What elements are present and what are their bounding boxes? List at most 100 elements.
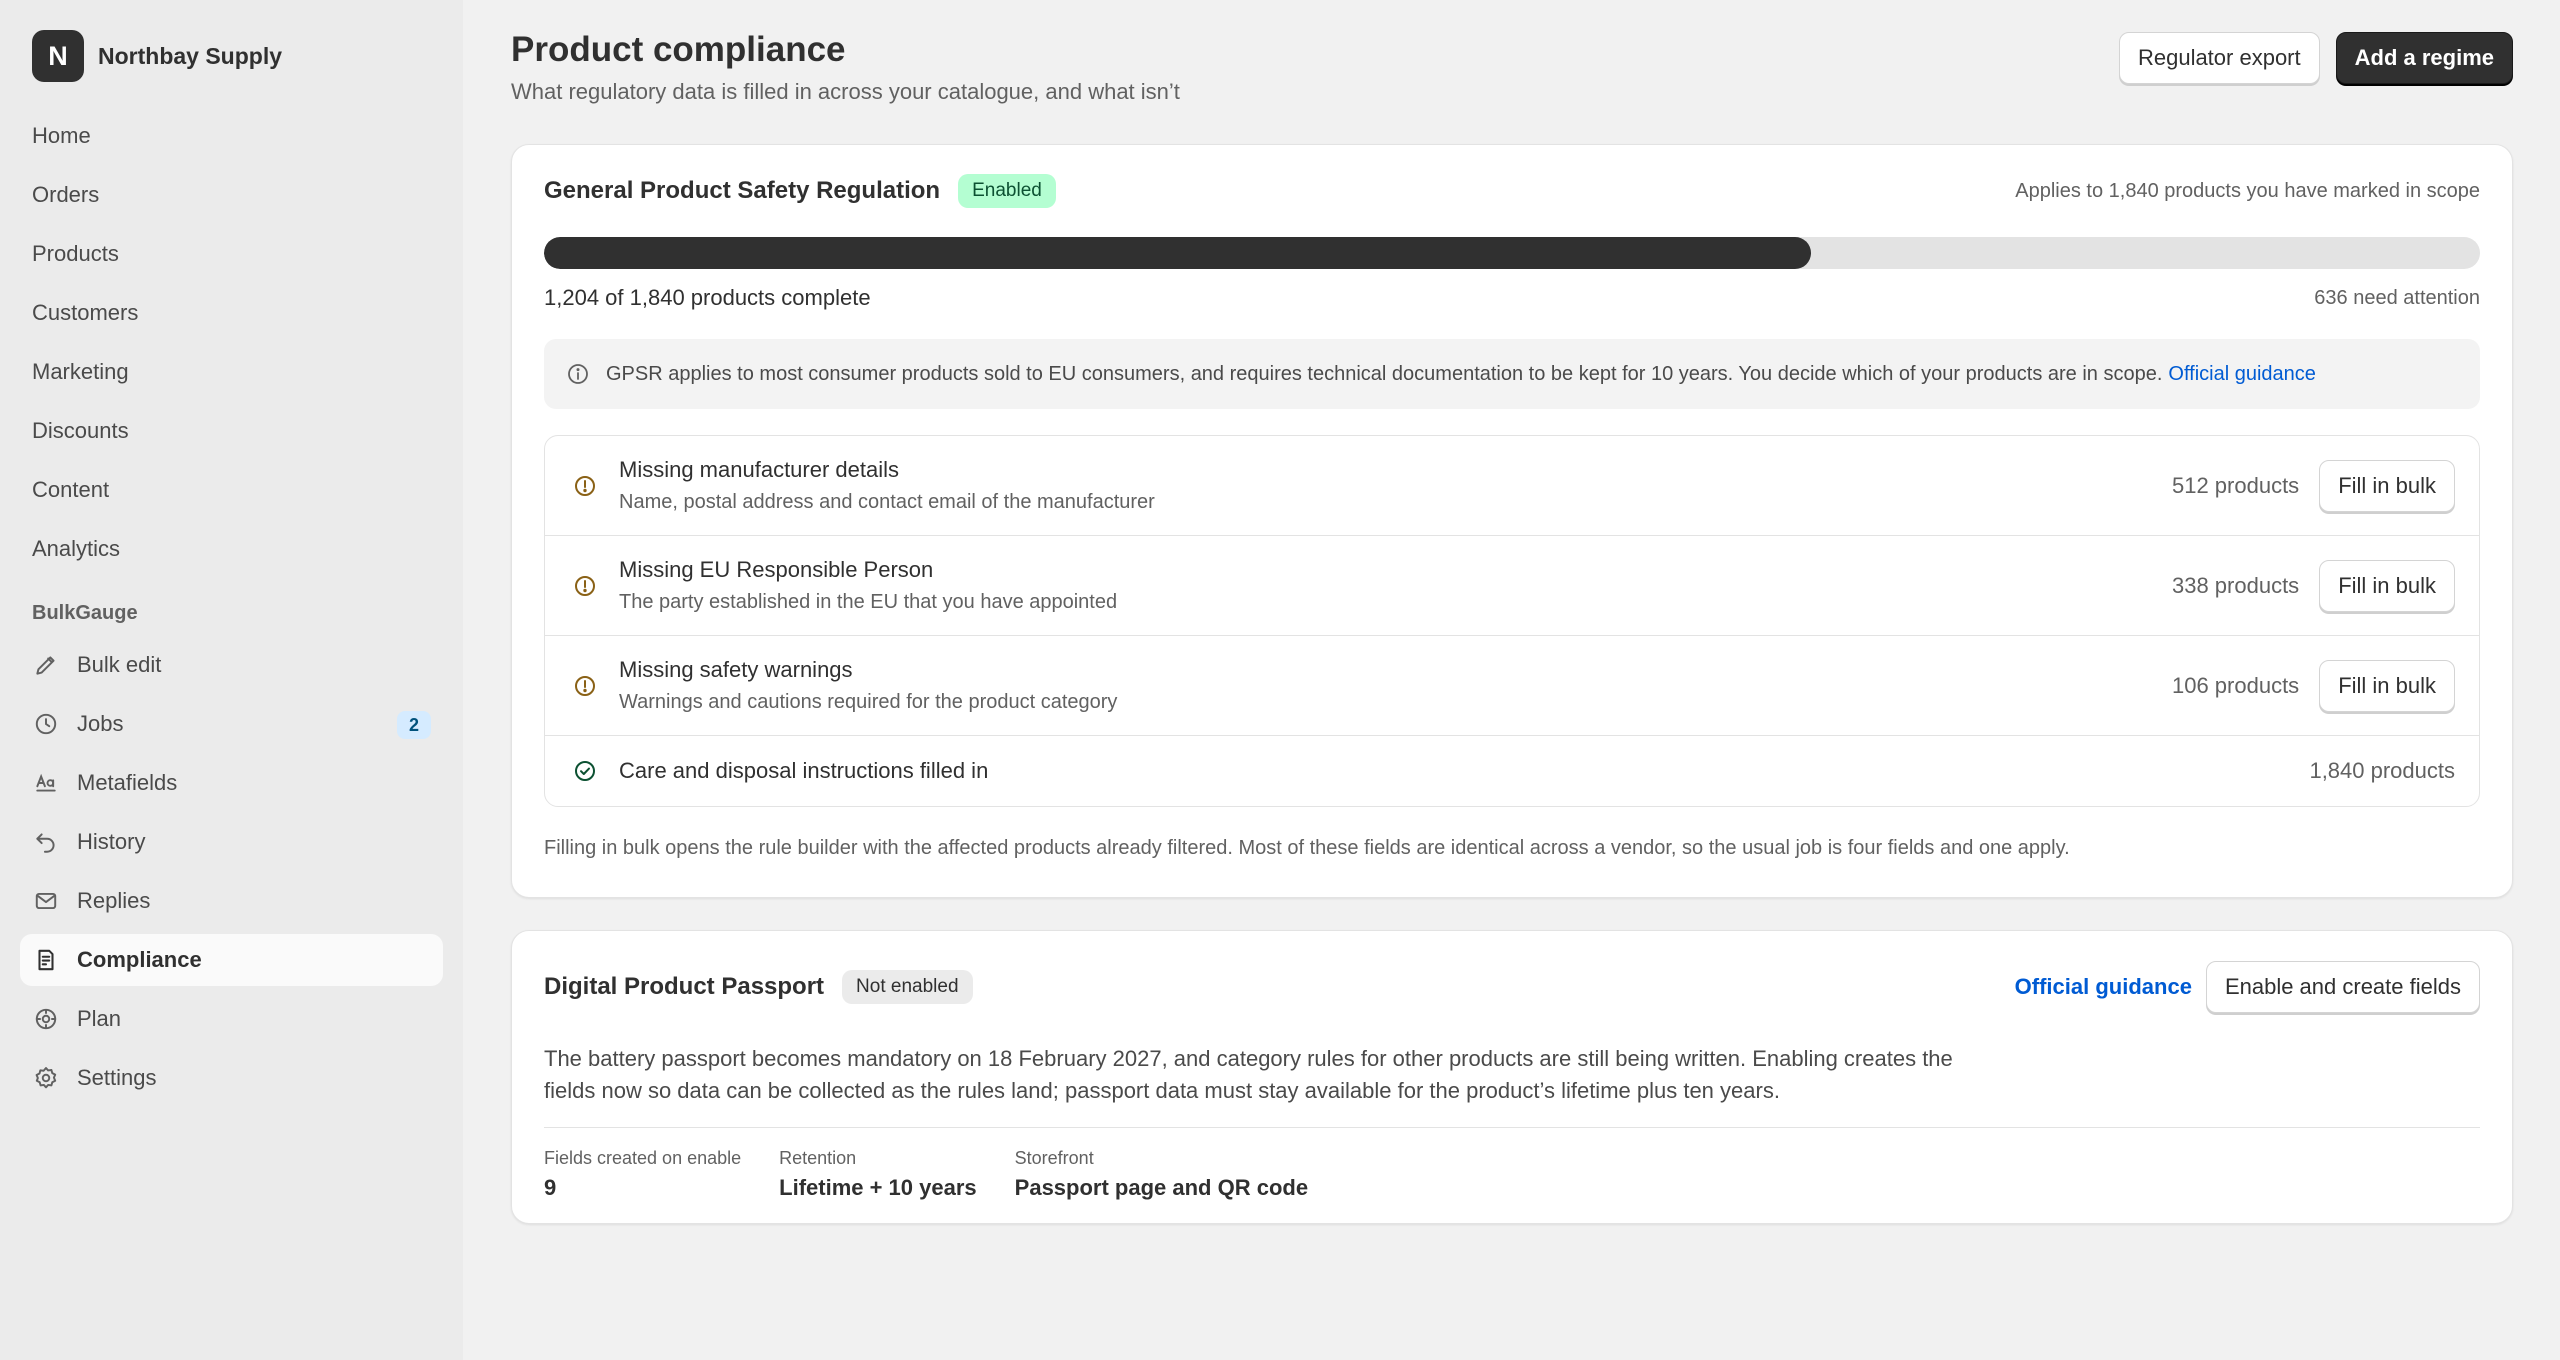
enable-and-create-fields-button[interactable]: Enable and create fields bbox=[2205, 961, 2480, 1013]
sidebar-item-label: Orders bbox=[32, 182, 100, 207]
sidebar-item-history[interactable]: History bbox=[20, 816, 443, 868]
gpsr-card: General Product Safety Regulation Enable… bbox=[511, 144, 2513, 898]
dpp-card-header: Digital Product Passport Not enabled Off… bbox=[544, 931, 2480, 1043]
regulator-export-button[interactable]: Regulator export bbox=[2118, 32, 2320, 84]
sidebar-item-compliance[interactable]: Compliance bbox=[20, 934, 443, 986]
fill-in-bulk-button[interactable]: Fill in bulk bbox=[2319, 559, 2455, 612]
add-regime-button[interactable]: Add a regime bbox=[2335, 32, 2513, 84]
stat-value: Passport page and QR code bbox=[1014, 1175, 1309, 1200]
main-nav: Home Orders Products Customers Marketing… bbox=[20, 110, 443, 1104]
sidebar-item-label: Bulk edit bbox=[77, 652, 162, 677]
list-item: Missing EU Responsible Person The party … bbox=[545, 536, 2479, 636]
gpsr-attention-text: 636 need attention bbox=[2314, 286, 2480, 309]
divider bbox=[544, 1127, 2480, 1128]
warning-icon bbox=[573, 574, 597, 598]
sidebar-item-label: Metafields bbox=[77, 770, 178, 795]
app-section-title[interactable]: BulkGauge bbox=[20, 593, 443, 633]
sidebar-item-label: Analytics bbox=[32, 536, 121, 561]
complete-count: 1,840 products bbox=[2309, 758, 2455, 783]
sidebar-item-replies[interactable]: Replies bbox=[20, 875, 443, 927]
sidebar-item-label: Marketing bbox=[32, 359, 129, 384]
header-actions: Regulator export Add a regime bbox=[2118, 32, 2513, 84]
pencil-icon bbox=[32, 651, 60, 679]
dpp-stats: Fields created on enable 9 Retention Lif… bbox=[544, 1148, 2480, 1201]
sidebar-item-label: Home bbox=[32, 123, 91, 148]
check-circle-icon bbox=[573, 759, 597, 783]
sidebar-item-home[interactable]: Home bbox=[20, 110, 443, 162]
sidebar-item-label: Settings bbox=[77, 1065, 157, 1090]
gpsr-guidance-link[interactable]: Official guidance bbox=[2168, 363, 2316, 386]
sidebar-item-customers[interactable]: Customers bbox=[20, 287, 443, 339]
list-item: Care and disposal instructions filled in… bbox=[545, 736, 2479, 806]
stat-storefront: Storefront Passport page and QR code bbox=[1015, 1148, 1308, 1201]
sidebar-item-products[interactable]: Products bbox=[20, 228, 443, 280]
sidebar: N Northbay Supply Home Orders Products C… bbox=[0, 0, 463, 1360]
metafields-icon bbox=[32, 769, 60, 797]
sidebar-item-label: Replies bbox=[77, 888, 151, 913]
dpp-guidance-link[interactable]: Official guidance bbox=[2015, 974, 2192, 1000]
issue-title: Missing manufacturer details bbox=[619, 457, 900, 482]
fill-in-bulk-button[interactable]: Fill in bulk bbox=[2319, 459, 2455, 512]
sidebar-item-label: Products bbox=[32, 241, 119, 266]
warning-icon bbox=[573, 674, 597, 698]
issue-description: Name, postal address and contact email o… bbox=[619, 491, 1155, 513]
issue-description: The party established in the EU that you… bbox=[619, 591, 1118, 613]
store-switcher[interactable]: N Northbay Supply bbox=[20, 26, 443, 86]
complete-title: Care and disposal instructions filled in bbox=[619, 758, 989, 783]
sidebar-item-label: History bbox=[77, 829, 146, 854]
stat-label: Retention bbox=[779, 1148, 857, 1168]
sidebar-item-settings[interactable]: Settings bbox=[20, 1052, 443, 1104]
sidebar-item-label: Customers bbox=[32, 300, 139, 325]
dpp-actions: Official guidance Enable and create fiel… bbox=[2015, 931, 2480, 1043]
sidebar-item-marketing[interactable]: Marketing bbox=[20, 346, 443, 398]
issue-count: 338 products bbox=[2171, 572, 2300, 598]
gpsr-info-text: GPSR applies to most consumer products s… bbox=[606, 362, 2163, 385]
stat-value: 9 bbox=[544, 1175, 557, 1200]
undo-icon bbox=[32, 828, 60, 856]
stat-label: Fields created on enable bbox=[544, 1148, 742, 1168]
gpsr-progress-summary: 1,204 of 1,840 products complete 636 nee… bbox=[544, 269, 2480, 327]
issue-count: 106 products bbox=[2171, 672, 2300, 698]
compliance-icon bbox=[32, 946, 60, 974]
sidebar-item-label: Plan bbox=[77, 1006, 122, 1031]
page-header: Product compliance What regulatory data … bbox=[511, 0, 2513, 140]
issue-title: Missing EU Responsible Person bbox=[619, 557, 934, 582]
plan-icon bbox=[32, 1005, 60, 1033]
sidebar-item-bulk-edit[interactable]: Bulk edit bbox=[20, 639, 443, 691]
stat-retention: Retention Lifetime + 10 years bbox=[779, 1148, 977, 1201]
sidebar-item-label: Jobs bbox=[77, 711, 124, 736]
status-badge: Enabled bbox=[958, 174, 1056, 208]
sidebar-item-analytics[interactable]: Analytics bbox=[20, 523, 443, 575]
issue-title: Missing safety warnings bbox=[619, 657, 853, 682]
store-logo: N bbox=[32, 30, 84, 82]
stat-label: Storefront bbox=[1014, 1148, 1094, 1168]
list-item: Missing safety warnings Warnings and cau… bbox=[545, 636, 2479, 736]
dpp-card: Digital Product Passport Not enabled Off… bbox=[511, 930, 2513, 1224]
sidebar-item-metafields[interactable]: Metafields bbox=[20, 757, 443, 809]
stat-fields: Fields created on enable 9 bbox=[544, 1148, 741, 1201]
page-subtitle: What regulatory data is filled in across… bbox=[511, 79, 1180, 104]
sidebar-item-content[interactable]: Content bbox=[20, 464, 443, 516]
status-badge: Not enabled bbox=[842, 970, 973, 1004]
sidebar-item-label: Discounts bbox=[32, 418, 129, 443]
dpp-title: Digital Product Passport bbox=[544, 973, 825, 1000]
store-name: Northbay Supply bbox=[98, 42, 283, 69]
warning-icon bbox=[573, 474, 597, 498]
gpsr-card-header: General Product Safety Regulation Enable… bbox=[544, 145, 2480, 237]
mail-icon bbox=[32, 887, 60, 915]
stat-value: Lifetime + 10 years bbox=[779, 1175, 977, 1200]
issue-description: Warnings and cautions required for the p… bbox=[619, 691, 1118, 713]
gpsr-issues-list: Missing manufacturer details Name, posta… bbox=[544, 435, 2480, 807]
sidebar-item-jobs[interactable]: Jobs 2 bbox=[20, 698, 443, 750]
sidebar-item-plan[interactable]: Plan bbox=[20, 993, 443, 1045]
sidebar-item-label: Content bbox=[32, 477, 110, 502]
sidebar-item-discounts[interactable]: Discounts bbox=[20, 405, 443, 457]
sidebar-item-orders[interactable]: Orders bbox=[20, 169, 443, 221]
gpsr-title: General Product Safety Regulation bbox=[544, 177, 941, 204]
info-icon bbox=[566, 362, 590, 386]
main-content: Product compliance What regulatory data … bbox=[511, 0, 2513, 1224]
gpsr-progress-text: 1,204 of 1,840 products complete bbox=[544, 285, 871, 310]
sidebar-item-label: Compliance bbox=[77, 947, 202, 972]
fill-in-bulk-button[interactable]: Fill in bulk bbox=[2319, 659, 2455, 712]
gpsr-info-banner: GPSR applies to most consumer products s… bbox=[544, 339, 2480, 409]
